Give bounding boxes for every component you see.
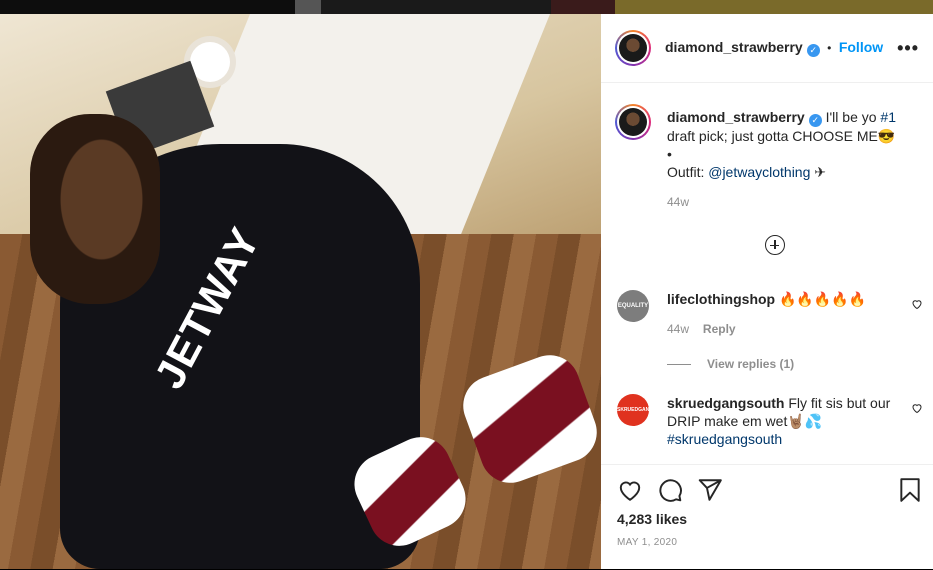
header-separator: • <box>827 41 832 55</box>
person-head <box>30 114 160 304</box>
post-header: diamond_strawberry ✓ • Follow ••• <box>601 14 933 83</box>
follow-button[interactable]: Follow <box>839 39 883 55</box>
caption-line: draft pick; just gotta CHOOSE ME😎 <box>667 128 896 144</box>
caption-hashtag[interactable]: #1 <box>880 109 896 125</box>
airplane-icon: ✈ <box>810 164 827 180</box>
comment-text: 🔥🔥🔥🔥🔥 <box>779 291 867 307</box>
load-more-comments-icon[interactable] <box>765 235 785 255</box>
commenter-avatar[interactable]: EQUALITY <box>617 290 649 322</box>
caption-timestamp[interactable]: 44w <box>667 193 917 211</box>
comment-username[interactable]: lifeclothingshop <box>667 291 775 307</box>
share-paper-plane-icon[interactable] <box>697 477 723 503</box>
post-side-panel: diamond_strawberry ✓ • Follow ••• diamond… <box>601 14 933 569</box>
comment-timestamp[interactable]: 44w <box>667 322 689 336</box>
post-date[interactable]: MAY 1, 2020 <box>617 537 677 548</box>
author-avatar[interactable] <box>615 30 651 66</box>
like-comment-heart-icon[interactable] <box>911 298 923 310</box>
commenter-avatar[interactable]: SKRUEDGANG <box>617 394 653 426</box>
post-actions-bar: 4,283 likes MAY 1, 2020 <box>601 464 933 570</box>
view-replies-button[interactable]: View replies (1) <box>707 357 794 371</box>
caption-outfit-label: Outfit: <box>667 164 709 180</box>
author-username[interactable]: diamond_strawberry <box>665 39 803 55</box>
save-bookmark-icon[interactable] <box>897 477 923 503</box>
like-heart-icon[interactable] <box>617 477 643 503</box>
caption-text: I'll be yo <box>825 109 881 125</box>
reply-button[interactable]: Reply <box>703 322 736 336</box>
comment-bubble-icon[interactable] <box>657 477 683 503</box>
comment-hashtag[interactable]: #skruedgangsouth <box>667 431 782 447</box>
caption-author-avatar[interactable] <box>615 104 651 140</box>
likes-count[interactable]: 4,283 likes <box>617 511 687 527</box>
verified-badge-icon: ✓ <box>806 44 820 57</box>
replies-divider <box>667 363 691 365</box>
top-thumbnail-strip <box>0 0 933 14</box>
caption-username[interactable]: diamond_strawberry <box>667 109 805 125</box>
more-options-icon[interactable]: ••• <box>897 38 919 59</box>
comment-username[interactable]: skruedgangsouth <box>667 395 784 411</box>
post-photo[interactable]: JETWAY <box>0 14 601 569</box>
caption-mention[interactable]: @jetwayclothing <box>708 164 810 180</box>
verified-badge-icon: ✓ <box>808 114 822 127</box>
caption-bullet: • <box>667 146 672 162</box>
like-comment-heart-icon[interactable] <box>911 402 923 414</box>
